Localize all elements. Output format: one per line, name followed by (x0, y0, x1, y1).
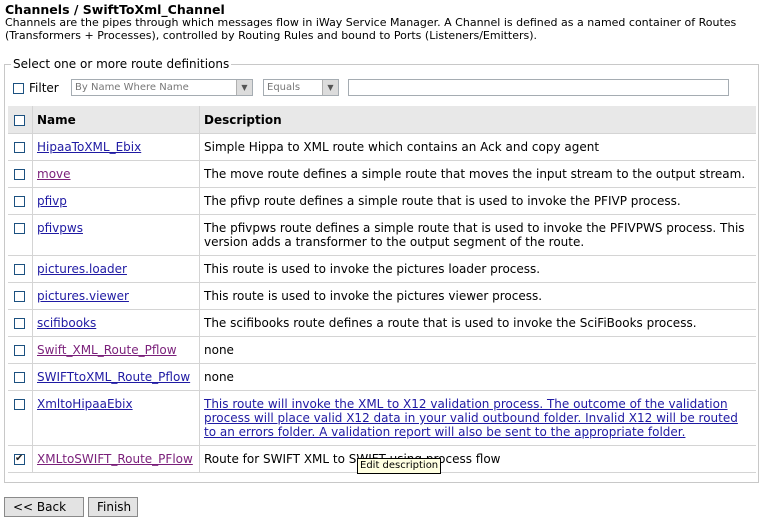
row-checkbox[interactable] (14, 452, 25, 466)
route-description-cell: This route is used to invoke the picture… (199, 255, 756, 283)
table-row: pictures.viewer This route is used to inv… (8, 282, 756, 310)
tooltip: Edit description (357, 458, 442, 474)
route-description-cell: Simple Hippa to XML route which contains… (199, 133, 756, 161)
route-description: The move route defines a simple route th… (204, 167, 746, 181)
route-description-cell: This route is used to invoke the picture… (199, 282, 756, 310)
route-name-cell: HipaaToXML_Ebix (32, 133, 200, 161)
finish-button[interactable]: Finish (88, 497, 138, 517)
route-name-cell: pictures.loader (32, 255, 200, 283)
table-header-row: Name Description (8, 106, 756, 134)
row-select-cell (8, 445, 33, 473)
row-checkbox[interactable] (14, 399, 25, 410)
route-description: The pfivpws route defines a simple route… (204, 221, 745, 249)
row-select-cell (8, 133, 33, 161)
route-name-cell: SWIFTtoXML_Route_Pflow (32, 363, 200, 391)
name-column-header[interactable]: Name (32, 106, 200, 134)
row-checkbox[interactable] (14, 318, 25, 329)
row-select-cell (8, 309, 33, 337)
row-checkbox[interactable] (14, 142, 25, 153)
select-all-checkbox[interactable] (14, 114, 25, 126)
route-name-link[interactable]: pictures.viewer (37, 289, 129, 303)
row-checkbox[interactable] (14, 264, 25, 275)
route-name-link[interactable]: XmltoHipaaEbix (37, 397, 133, 411)
filter-label: Filter (29, 81, 59, 95)
route-description: The scifibooks route defines a route tha… (204, 316, 697, 330)
row-select-cell (8, 363, 33, 391)
row-select-cell (8, 282, 33, 310)
select-all-cell (8, 106, 33, 134)
route-name-link[interactable]: scifibooks (37, 316, 96, 330)
route-description-cell: none (199, 363, 756, 391)
route-description-cell: The scifibooks route defines a route tha… (199, 309, 756, 337)
route-name-link[interactable]: XMLtoSWIFT_Route_PFlow (37, 452, 193, 466)
row-checkbox[interactable] (14, 291, 25, 302)
row-select-cell (8, 214, 33, 256)
row-select-cell (8, 187, 33, 215)
route-name-cell: pfivp (32, 187, 200, 215)
intro-text: Channels are the pipes through which mes… (5, 16, 737, 42)
route-description-cell: The pfivpws route defines a simple route… (199, 214, 756, 256)
filter-value-input[interactable] (348, 79, 729, 96)
table-row: scifibooks The scifibooks route defines a… (8, 309, 756, 337)
route-description: This route is used to invoke the picture… (204, 289, 543, 303)
row-select-cell (8, 160, 33, 188)
row-checkbox[interactable] (14, 372, 25, 383)
route-description: none (204, 370, 234, 384)
route-description: Route for SWIFT XML to SWIFT using proce… (204, 452, 501, 466)
table-row: XmltoHipaaEbix This route will invoke the… (8, 390, 756, 446)
table-row: pfivp The pfivp route defines a simple ro… (8, 187, 756, 215)
route-name-link[interactable]: HipaaToXML_Ebix (37, 140, 141, 154)
row-checkbox[interactable] (14, 169, 25, 180)
chevron-down-icon[interactable]: ▼ (322, 80, 338, 95)
route-name-link[interactable]: pfivp (37, 194, 67, 208)
fieldset-legend: Select one or more route definitions (13, 57, 230, 71)
description-column-header[interactable]: Description (199, 106, 756, 134)
route-description-cell: This route will invoke the XML to X12 va… (199, 390, 756, 446)
route-name-cell: pictures.viewer (32, 282, 200, 310)
route-description-cell: The move route defines a simple route th… (199, 160, 756, 188)
route-name-cell: Swift_XML_Route_Pflow (32, 336, 200, 364)
page-title: Channels / SwiftToXml_Channel (5, 2, 225, 17)
filter-checkbox[interactable] (13, 82, 24, 94)
row-select-cell (8, 336, 33, 364)
route-name-link[interactable]: SWIFTtoXML_Route_Pflow (37, 370, 190, 384)
route-description[interactable]: This route will invoke the XML to X12 va… (204, 397, 738, 439)
filter-field-select[interactable]: By Name Where Name ▼ (71, 79, 253, 96)
route-name-link[interactable]: pictures.loader (37, 262, 127, 276)
route-name-cell: XMLtoSWIFT_Route_PFlow (32, 445, 200, 473)
route-name-link[interactable]: pfivpws (37, 221, 83, 235)
route-description-cell: Route for SWIFT XML to SWIFT using proce… (199, 445, 756, 473)
filter-field-value: By Name Where Name (75, 82, 189, 93)
row-select-cell (8, 390, 33, 446)
table-row: move The move route defines a simple rout… (8, 160, 756, 188)
route-description-cell: none (199, 336, 756, 364)
row-checkbox[interactable] (14, 345, 25, 356)
table-row: pictures.loader This route is used to inv… (8, 255, 756, 283)
route-description: This route is used to invoke the picture… (204, 262, 541, 276)
table-row: pfivpws The pfivpws route defines a simpl… (8, 214, 756, 256)
table-row: Swift_XML_Route_Pflow none (8, 336, 756, 364)
route-name-cell: pfivpws (32, 214, 200, 256)
route-name-cell: scifibooks (32, 309, 200, 337)
table-row: SWIFTtoXML_Route_Pflow none (8, 363, 756, 391)
table-row: HipaaToXML_Ebix Simple Hippa to XML route… (8, 133, 756, 161)
route-description: Simple Hippa to XML route which contains… (204, 140, 600, 154)
route-name-link[interactable]: Swift_XML_Route_Pflow (37, 343, 177, 357)
chevron-down-icon[interactable]: ▼ (236, 80, 252, 95)
back-button[interactable]: << Back (4, 497, 84, 517)
route-description-cell: The pfivp route defines a simple route t… (199, 187, 756, 215)
route-name-cell: XmltoHipaaEbix (32, 390, 200, 446)
filter-row: Filter (13, 78, 64, 98)
filter-operator-value: Equals (267, 82, 301, 93)
routes-table: Name Description HipaaToXML_Ebix Simple H… (8, 106, 756, 473)
row-checkbox[interactable] (14, 196, 25, 207)
route-name-link[interactable]: move (37, 167, 71, 181)
route-name-cell: move (32, 160, 200, 188)
route-description: The pfivp route defines a simple route t… (204, 194, 681, 208)
route-description: none (204, 343, 234, 357)
filter-operator-select[interactable]: Equals ▼ (263, 79, 339, 96)
row-checkbox[interactable] (14, 223, 25, 234)
row-select-cell (8, 255, 33, 283)
